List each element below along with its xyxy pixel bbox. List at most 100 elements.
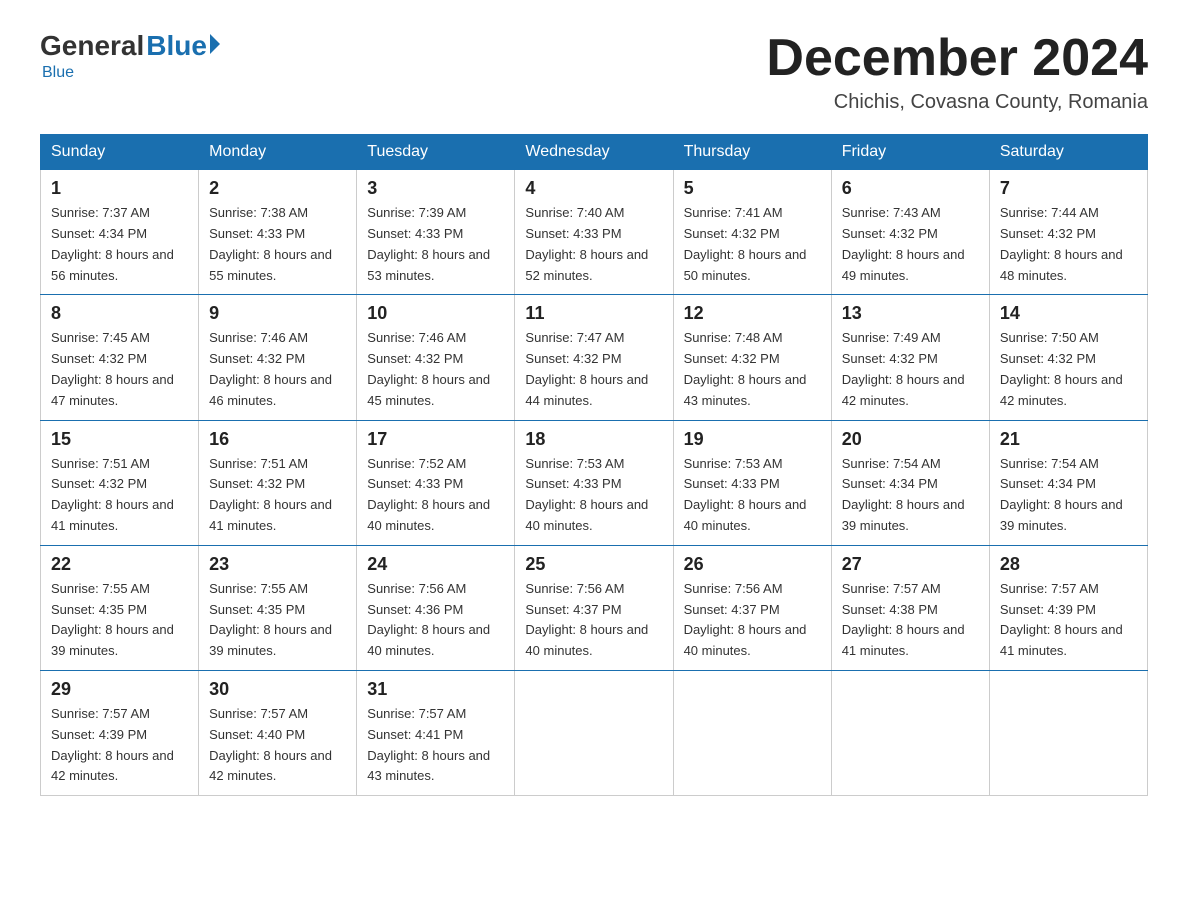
table-row xyxy=(831,670,989,795)
table-row: 17Sunrise: 7:52 AMSunset: 4:33 PMDayligh… xyxy=(357,420,515,545)
table-row: 23Sunrise: 7:55 AMSunset: 4:35 PMDayligh… xyxy=(199,545,357,670)
day-info: Sunrise: 7:44 AMSunset: 4:32 PMDaylight:… xyxy=(1000,203,1137,286)
table-row: 13 Sunrise: 7:49 AMSunset: 4:32 PMDayligh… xyxy=(831,295,989,420)
day-info: Sunrise: 7:38 AMSunset: 4:33 PMDaylight:… xyxy=(209,203,346,286)
day-info: Sunrise: 7:48 AMSunset: 4:32 PMDaylight:… xyxy=(684,328,821,411)
day-number: 15 xyxy=(51,429,188,450)
day-info: Sunrise: 7:49 AMSunset: 4:32 PMDaylight:… xyxy=(842,328,979,411)
table-row: 16 Sunrise: 7:51 AMSunset: 4:32 PMDayligh… xyxy=(199,420,357,545)
table-row: 26 Sunrise: 7:56 AMSunset: 4:37 PMDayligh… xyxy=(673,545,831,670)
table-row: 31Sunrise: 7:57 AMSunset: 4:41 PMDayligh… xyxy=(357,670,515,795)
day-info: Sunrise: 7:55 AMSunset: 4:35 PMDaylight:… xyxy=(209,579,346,662)
day-number: 30 xyxy=(209,679,346,700)
day-info: Sunrise: 7:57 AMSunset: 4:38 PMDaylight:… xyxy=(842,579,979,662)
col-header-thursday: Thursday xyxy=(673,135,831,170)
day-info: Sunrise: 7:56 AMSunset: 4:37 PMDaylight:… xyxy=(525,579,662,662)
day-number: 14 xyxy=(1000,303,1137,324)
day-number: 20 xyxy=(842,429,979,450)
day-number: 27 xyxy=(842,554,979,575)
day-number: 25 xyxy=(525,554,662,575)
day-number: 3 xyxy=(367,178,504,199)
table-row xyxy=(515,670,673,795)
table-row: 11Sunrise: 7:47 AMSunset: 4:32 PMDayligh… xyxy=(515,295,673,420)
day-info: Sunrise: 7:46 AMSunset: 4:32 PMDaylight:… xyxy=(367,328,504,411)
table-row: 24 Sunrise: 7:56 AMSunset: 4:36 PMDayligh… xyxy=(357,545,515,670)
calendar-week-row: 15 Sunrise: 7:51 AMSunset: 4:32 PMDayligh… xyxy=(41,420,1148,545)
day-info: Sunrise: 7:55 AMSunset: 4:35 PMDaylight:… xyxy=(51,579,188,662)
day-info: Sunrise: 7:40 AMSunset: 4:33 PMDaylight:… xyxy=(525,203,662,286)
calendar-table: Sunday Monday Tuesday Wednesday Thursday… xyxy=(40,134,1148,796)
table-row: 29Sunrise: 7:57 AMSunset: 4:39 PMDayligh… xyxy=(41,670,199,795)
table-row: 19 Sunrise: 7:53 AMSunset: 4:33 PMDayligh… xyxy=(673,420,831,545)
day-info: Sunrise: 7:56 AMSunset: 4:36 PMDaylight:… xyxy=(367,579,504,662)
table-row: 6 Sunrise: 7:43 AMSunset: 4:32 PMDaylight… xyxy=(831,170,989,295)
table-row: 15 Sunrise: 7:51 AMSunset: 4:32 PMDayligh… xyxy=(41,420,199,545)
col-header-sunday: Sunday xyxy=(41,135,199,170)
location-title: Chichis, Covasna County, Romania xyxy=(766,91,1148,114)
calendar-week-row: 1 Sunrise: 7:37 AMSunset: 4:34 PMDaylight… xyxy=(41,170,1148,295)
calendar-week-row: 22Sunrise: 7:55 AMSunset: 4:35 PMDayligh… xyxy=(41,545,1148,670)
day-info: Sunrise: 7:43 AMSunset: 4:32 PMDaylight:… xyxy=(842,203,979,286)
day-info: Sunrise: 7:37 AMSunset: 4:34 PMDaylight:… xyxy=(51,203,188,286)
day-number: 18 xyxy=(525,429,662,450)
day-number: 10 xyxy=(367,303,504,324)
col-header-saturday: Saturday xyxy=(989,135,1147,170)
table-row xyxy=(989,670,1147,795)
day-number: 6 xyxy=(842,178,979,199)
table-row: 14 Sunrise: 7:50 AMSunset: 4:32 PMDayligh… xyxy=(989,295,1147,420)
day-number: 4 xyxy=(525,178,662,199)
day-info: Sunrise: 7:56 AMSunset: 4:37 PMDaylight:… xyxy=(684,579,821,662)
day-number: 26 xyxy=(684,554,821,575)
day-info: Sunrise: 7:51 AMSunset: 4:32 PMDaylight:… xyxy=(51,454,188,537)
table-row: 22Sunrise: 7:55 AMSunset: 4:35 PMDayligh… xyxy=(41,545,199,670)
table-row: 30Sunrise: 7:57 AMSunset: 4:40 PMDayligh… xyxy=(199,670,357,795)
day-info: Sunrise: 7:54 AMSunset: 4:34 PMDaylight:… xyxy=(1000,454,1137,537)
table-row: 28Sunrise: 7:57 AMSunset: 4:39 PMDayligh… xyxy=(989,545,1147,670)
calendar-header-row: Sunday Monday Tuesday Wednesday Thursday… xyxy=(41,135,1148,170)
logo-subtitle: Blue xyxy=(42,64,74,82)
day-number: 1 xyxy=(51,178,188,199)
table-row: 3 Sunrise: 7:39 AMSunset: 4:33 PMDaylight… xyxy=(357,170,515,295)
table-row: 20 Sunrise: 7:54 AMSunset: 4:34 PMDayligh… xyxy=(831,420,989,545)
day-number: 16 xyxy=(209,429,346,450)
table-row: 10 Sunrise: 7:46 AMSunset: 4:32 PMDayligh… xyxy=(357,295,515,420)
table-row: 2Sunrise: 7:38 AMSunset: 4:33 PMDaylight… xyxy=(199,170,357,295)
table-row: 1 Sunrise: 7:37 AMSunset: 4:34 PMDaylight… xyxy=(41,170,199,295)
table-row: 5Sunrise: 7:41 AMSunset: 4:32 PMDaylight… xyxy=(673,170,831,295)
logo-general-text: General xyxy=(40,30,144,62)
day-number: 24 xyxy=(367,554,504,575)
day-info: Sunrise: 7:57 AMSunset: 4:39 PMDaylight:… xyxy=(51,704,188,787)
day-info: Sunrise: 7:51 AMSunset: 4:32 PMDaylight:… xyxy=(209,454,346,537)
title-block: December 2024 Chichis, Covasna County, R… xyxy=(766,30,1148,114)
col-header-wednesday: Wednesday xyxy=(515,135,673,170)
day-number: 8 xyxy=(51,303,188,324)
calendar-week-row: 8Sunrise: 7:45 AMSunset: 4:32 PMDaylight… xyxy=(41,295,1148,420)
table-row: 8Sunrise: 7:45 AMSunset: 4:32 PMDaylight… xyxy=(41,295,199,420)
day-info: Sunrise: 7:46 AMSunset: 4:32 PMDaylight:… xyxy=(209,328,346,411)
month-title: December 2024 xyxy=(766,30,1148,87)
table-row: 9 Sunrise: 7:46 AMSunset: 4:32 PMDaylight… xyxy=(199,295,357,420)
col-header-tuesday: Tuesday xyxy=(357,135,515,170)
day-info: Sunrise: 7:57 AMSunset: 4:41 PMDaylight:… xyxy=(367,704,504,787)
table-row: 21Sunrise: 7:54 AMSunset: 4:34 PMDayligh… xyxy=(989,420,1147,545)
day-info: Sunrise: 7:39 AMSunset: 4:33 PMDaylight:… xyxy=(367,203,504,286)
table-row: 4 Sunrise: 7:40 AMSunset: 4:33 PMDaylight… xyxy=(515,170,673,295)
day-info: Sunrise: 7:54 AMSunset: 4:34 PMDaylight:… xyxy=(842,454,979,537)
logo-blue-text: Blue xyxy=(146,30,207,62)
day-number: 17 xyxy=(367,429,504,450)
logo-arrow-icon xyxy=(210,34,220,54)
day-number: 12 xyxy=(684,303,821,324)
logo-blue-part: Blue xyxy=(144,30,220,62)
table-row: 12 Sunrise: 7:48 AMSunset: 4:32 PMDayligh… xyxy=(673,295,831,420)
table-row: 7Sunrise: 7:44 AMSunset: 4:32 PMDaylight… xyxy=(989,170,1147,295)
day-number: 9 xyxy=(209,303,346,324)
day-number: 13 xyxy=(842,303,979,324)
logo: General Blue Blue xyxy=(40,30,220,82)
day-number: 28 xyxy=(1000,554,1137,575)
day-info: Sunrise: 7:53 AMSunset: 4:33 PMDaylight:… xyxy=(684,454,821,537)
day-number: 11 xyxy=(525,303,662,324)
day-info: Sunrise: 7:41 AMSunset: 4:32 PMDaylight:… xyxy=(684,203,821,286)
day-number: 19 xyxy=(684,429,821,450)
day-info: Sunrise: 7:50 AMSunset: 4:32 PMDaylight:… xyxy=(1000,328,1137,411)
table-row: 27 Sunrise: 7:57 AMSunset: 4:38 PMDayligh… xyxy=(831,545,989,670)
